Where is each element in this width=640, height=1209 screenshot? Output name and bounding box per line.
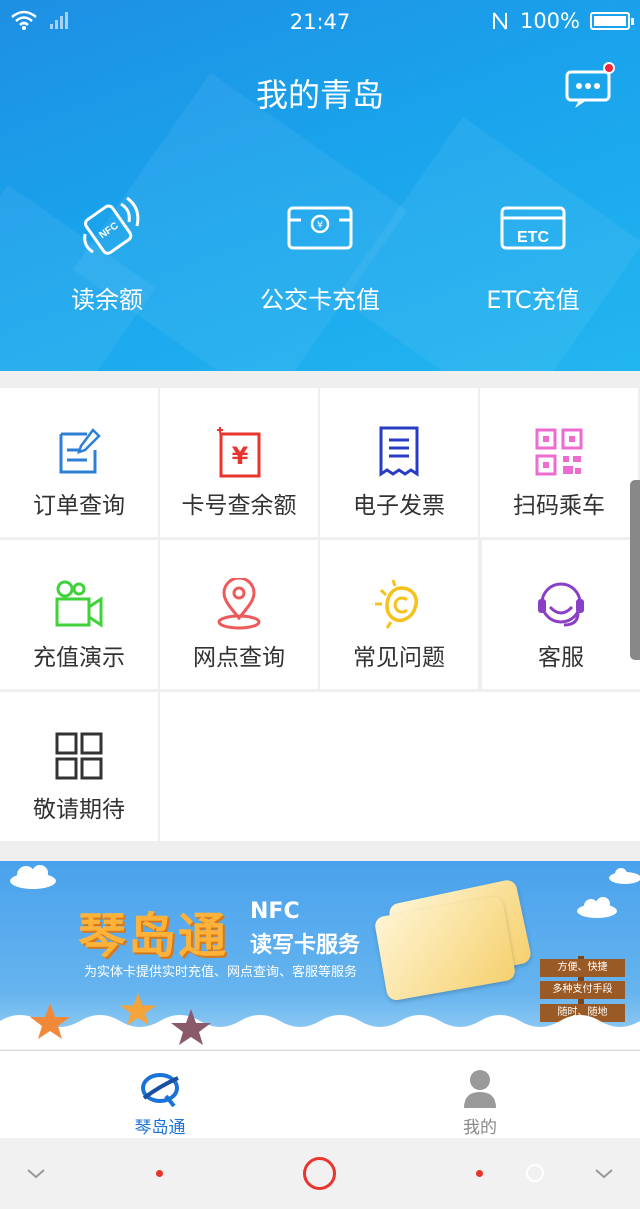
circle-icon — [526, 1164, 544, 1182]
promo-banner[interactable]: 琴岛通 NFC 读写卡服务 为实体卡提供实时充值、网点查询、客服等服务 方便、快… — [0, 861, 640, 1049]
order-query-button[interactable]: 订单查询 — [0, 388, 158, 537]
starfish-icon — [30, 1003, 70, 1039]
order-icon — [59, 428, 101, 474]
nfc-status-icon — [492, 12, 507, 30]
outlet-query-label: 网点查询 — [193, 645, 285, 671]
tab-bar: 琴岛通 我的 — [0, 1050, 640, 1138]
cloud-icon — [577, 897, 617, 918]
empty-grid-area — [160, 692, 640, 841]
banner-nfc: NFC — [250, 899, 300, 924]
cloud-icon — [609, 868, 640, 884]
video-camera-icon — [55, 580, 103, 628]
read-balance-label: 读余额 — [71, 286, 143, 314]
faq-button[interactable]: 常见问题 — [320, 540, 478, 689]
card-balance-button[interactable]: ¥ 卡号查余额 — [160, 388, 318, 537]
card-balance-label: 卡号查余额 — [181, 493, 297, 519]
status-bar: 21:47 100% — [0, 0, 640, 44]
customer-service-label: 客服 — [538, 645, 584, 671]
edge-drag-handle[interactable] — [630, 480, 640, 660]
etc-recharge-label: ETC充值 — [486, 286, 580, 314]
qindaotong-logo-icon — [141, 1073, 179, 1108]
order-query-label: 订单查询 — [33, 493, 125, 519]
banner-subtitle: 为实体卡提供实时充值、网点查询、客服等服务 — [84, 965, 358, 980]
bus-card-recharge-button[interactable]: ¥ 公交卡充值 — [220, 190, 420, 315]
location-pin-icon — [217, 578, 261, 630]
read-balance-button[interactable]: NFC 读余额 — [7, 190, 207, 315]
bus-card-recharge-label: 公交卡充值 — [260, 286, 380, 314]
message-icon[interactable] — [565, 68, 613, 110]
banner-brand: 琴岛通 — [78, 908, 229, 964]
starfish-icon — [120, 992, 156, 1026]
tab-mine-label: 我的 — [463, 1118, 497, 1138]
page-title: 我的青岛 — [255, 76, 384, 114]
svg-text:¥: ¥ — [232, 442, 249, 470]
recharge-demo-label: 充值演示 — [33, 645, 125, 671]
grid-icon — [55, 732, 103, 780]
coming-soon-label: 敬请期待 — [33, 797, 125, 823]
scan-ride-button[interactable]: 扫码乘车 — [480, 388, 638, 537]
user-icon — [464, 1070, 496, 1108]
scan-ride-label: 扫码乘车 — [513, 493, 605, 519]
battery-percent: 100% — [519, 9, 580, 33]
e-invoice-label: 电子发票 — [353, 493, 445, 519]
outlet-query-button[interactable]: 网点查询 — [160, 540, 318, 689]
status-right: 100% — [490, 9, 634, 33]
lightbulb-icon — [375, 579, 418, 629]
faq-label: 常见问题 — [353, 645, 445, 671]
banner-nfc-service: 读写卡服务 — [250, 933, 361, 958]
customer-service-button[interactable]: 客服 — [482, 540, 640, 689]
recent-dot[interactable] — [476, 1170, 483, 1177]
headset-icon — [538, 582, 584, 627]
unread-dot — [603, 62, 615, 74]
coming-soon-button[interactable]: 敬请期待 — [0, 692, 158, 841]
chevron-down-icon[interactable] — [594, 1168, 614, 1180]
card-balance-icon: ¥ — [217, 427, 261, 478]
wave-decoration — [0, 1015, 640, 1049]
signpost-board: 方便、快捷 — [540, 959, 625, 977]
qr-code-icon — [535, 428, 583, 476]
starfish-icon — [171, 1009, 211, 1045]
svg-text:¥: ¥ — [317, 220, 323, 231]
tab-qindaotong-label: 琴岛通 — [134, 1118, 186, 1138]
e-invoice-button[interactable]: 电子发票 — [320, 388, 478, 537]
svg-text:NFC: NFC — [97, 220, 120, 241]
tab-qindaotong[interactable]: 琴岛通 — [0, 1051, 320, 1139]
svg-text:ETC: ETC — [517, 229, 549, 246]
signpost-board: 多种支付手段 — [540, 981, 625, 999]
cloud-icon — [10, 865, 56, 889]
nfc-phone-icon: NFC — [83, 196, 140, 255]
invoice-icon — [379, 426, 419, 477]
tab-mine[interactable]: 我的 — [320, 1051, 640, 1139]
home-button[interactable] — [303, 1157, 336, 1190]
etc-recharge-button[interactable]: ETC ETC充值 — [433, 190, 633, 315]
system-nav-bar — [0, 1138, 640, 1209]
etc-card-icon: ETC — [500, 206, 566, 249]
header: 21:47 100% 我的青岛 NFC 读余额 ¥ 公交卡充值 ETC ETC充… — [0, 0, 640, 371]
chevron-down-icon[interactable] — [26, 1168, 46, 1180]
card-yuan-icon: ¥ — [287, 206, 353, 249]
battery-icon — [590, 12, 634, 30]
recharge-demo-button[interactable]: 充值演示 — [0, 540, 158, 689]
back-dot[interactable] — [156, 1170, 163, 1177]
